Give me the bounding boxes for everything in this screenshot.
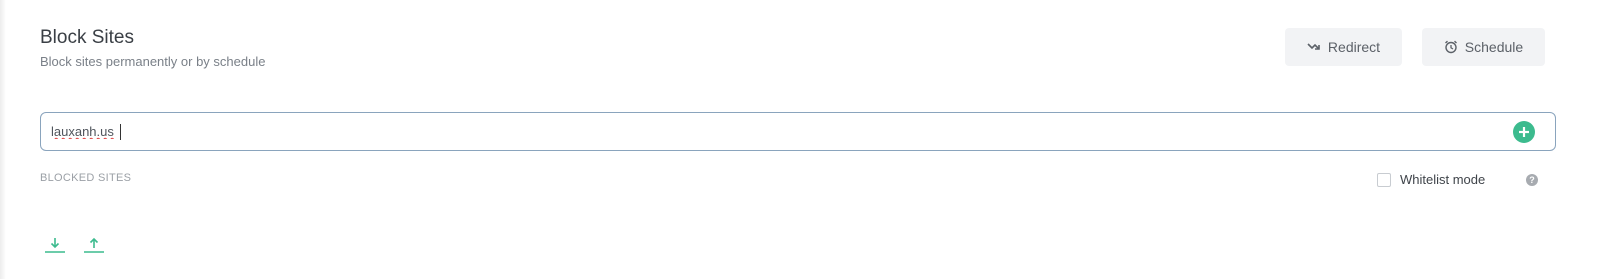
- text-caret: [120, 124, 121, 140]
- whitelist-label: Whitelist mode: [1400, 172, 1486, 187]
- site-url-input[interactable]: [51, 113, 1491, 150]
- add-site-button[interactable]: [1513, 121, 1535, 143]
- page-subtitle: Block sites permanently or by schedule: [40, 54, 266, 69]
- page-title: Block Sites: [40, 27, 134, 48]
- redirect-label: Redirect: [1327, 39, 1381, 55]
- schedule-button[interactable]: Schedule: [1422, 28, 1545, 66]
- blocked-sites-heading: BLOCKED SITES: [40, 172, 132, 184]
- schedule-label: Schedule: [1464, 39, 1524, 55]
- alarm-clock-icon: [1444, 40, 1457, 54]
- whitelist-checkbox[interactable]: [1377, 172, 1391, 187]
- redirect-button[interactable]: Redirect: [1285, 28, 1402, 66]
- download-icon[interactable]: [44, 236, 66, 254]
- upload-icon[interactable]: [83, 236, 105, 254]
- sidebar-edge: [0, 0, 6, 279]
- question-icon[interactable]: ?: [1526, 174, 1538, 186]
- plus-circle-icon: [1519, 127, 1529, 137]
- site-input-container: [40, 112, 1556, 151]
- whitelist-toggle[interactable]: Whitelist mode: [1377, 172, 1485, 187]
- redirect-arrow-icon: [1307, 43, 1320, 50]
- page-header: Block Sites Block sites permanently or b…: [40, 27, 265, 70]
